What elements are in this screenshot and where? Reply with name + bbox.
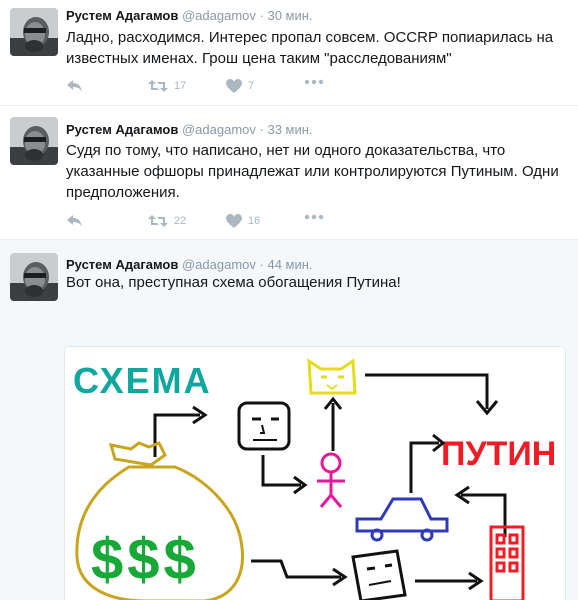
tweet-header: Рустем Адагамов @adagamov · 44 мин. (66, 257, 313, 272)
separator: · (259, 122, 264, 137)
like-count: 16 (248, 215, 261, 227)
author-avatar[interactable] (10, 253, 58, 301)
like-count: 7 (248, 80, 255, 92)
tweet-timestamp[interactable]: 44 мин. (267, 257, 312, 272)
retweet-icon (148, 80, 168, 92)
more-button[interactable] (304, 214, 324, 220)
cat-figure (307, 358, 357, 395)
money-bag: $$$ (75, 441, 244, 600)
tweet-header: Рустем Адагамов @adagamov · 30 мин. (66, 8, 313, 23)
author-avatar[interactable] (10, 8, 58, 56)
like-button[interactable]: 7 (226, 79, 254, 93)
author-handle[interactable]: @adagamov (182, 122, 256, 137)
reply-icon (67, 80, 82, 92)
tweet-timestamp[interactable]: 33 мин. (267, 122, 312, 137)
reply-button[interactable] (66, 214, 84, 228)
more-icon (304, 214, 324, 220)
tweet-header: Рустем Адагамов @adagamov · 33 мин. (66, 122, 313, 137)
reply-button[interactable] (66, 79, 84, 93)
reply-icon (67, 215, 82, 227)
scheme-drawing: СХЕМА ПУТИН $$$ (73, 358, 556, 600)
like-icon (226, 214, 242, 228)
separator: · (259, 8, 264, 23)
retweet-count: 22 (174, 215, 187, 227)
scheme-label: СХЕМА (73, 360, 212, 401)
tweet-text: Вот она, преступная схема обогащения Пут… (66, 274, 401, 291)
like-button[interactable]: 16 (226, 214, 260, 228)
author-name[interactable]: Рустем Адагамов (66, 122, 178, 137)
retweet-button[interactable]: 22 (148, 214, 186, 228)
author-handle[interactable]: @adagamov (182, 8, 256, 23)
more-icon (304, 79, 324, 85)
more-button[interactable] (304, 79, 324, 85)
face-figure (237, 401, 291, 451)
tweet-text: Судя по тому, что написано, нет ни одног… (66, 142, 559, 201)
putin-label: ПУТИН (441, 435, 556, 473)
author-name[interactable]: Рустем Адагамов (66, 8, 178, 23)
author-avatar[interactable] (10, 117, 58, 165)
author-name[interactable]: Рустем Адагамов (66, 257, 178, 272)
face-figure-2 (351, 549, 407, 600)
retweet-count: 17 (174, 80, 187, 92)
building-figure (489, 525, 525, 600)
retweet-icon (148, 215, 168, 227)
tweet-text: Ладно, расходимся. Интерес пропал совсем… (66, 29, 554, 67)
stick-figure (317, 452, 345, 508)
car-figure (355, 497, 449, 542)
attached-image[interactable]: СХЕМА ПУТИН $$$ (64, 346, 566, 600)
author-handle[interactable]: @adagamov (182, 257, 256, 272)
like-icon (226, 79, 242, 93)
money-symbols: $$$ (91, 527, 200, 592)
separator: · (259, 257, 264, 272)
tweet-timestamp[interactable]: 30 мин. (267, 8, 312, 23)
retweet-button[interactable]: 17 (148, 79, 186, 93)
